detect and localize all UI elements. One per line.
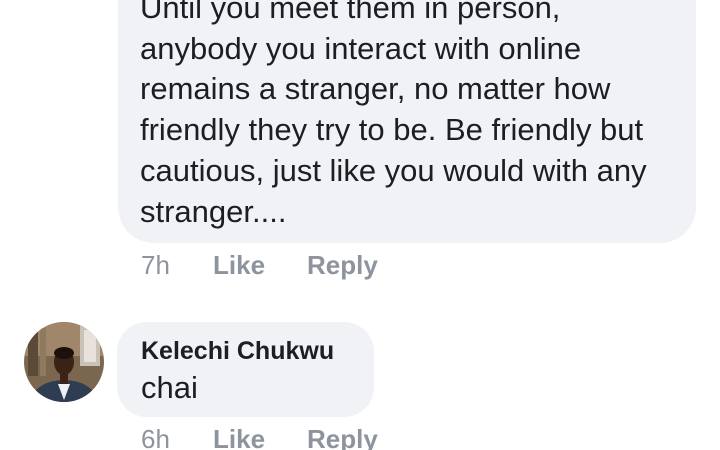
avatar[interactable]	[24, 322, 104, 402]
comment-actions: 7h Like Reply	[141, 250, 441, 282]
comment-text-line: remains a stranger, no matter how	[140, 71, 611, 107]
comment-text-line: cautious, just like you would with any	[140, 152, 647, 188]
comment-text-line: Until you meet them in person,	[140, 0, 561, 25]
comment-timestamp[interactable]: 7h	[141, 250, 170, 280]
comment-actions: 6h Like Reply	[141, 424, 441, 450]
comment-text: chai	[141, 370, 198, 405]
like-button[interactable]: Like	[213, 250, 265, 280]
comment-text-line: anybody you interact with online	[140, 30, 582, 66]
comment-text: Until you meet them in person, anybody y…	[140, 0, 690, 232]
reply-button[interactable]: Reply	[307, 250, 378, 280]
profile-photo-icon	[24, 322, 104, 402]
comment-author-name[interactable]: Kelechi Chukwu	[141, 336, 334, 366]
reply-button[interactable]: Reply	[307, 424, 378, 450]
like-button[interactable]: Like	[213, 424, 265, 450]
comment-text-line: stranger....	[140, 193, 287, 229]
comment-text-line: friendly they try to be. Be friendly but	[140, 112, 644, 148]
comment-timestamp[interactable]: 6h	[141, 424, 170, 450]
